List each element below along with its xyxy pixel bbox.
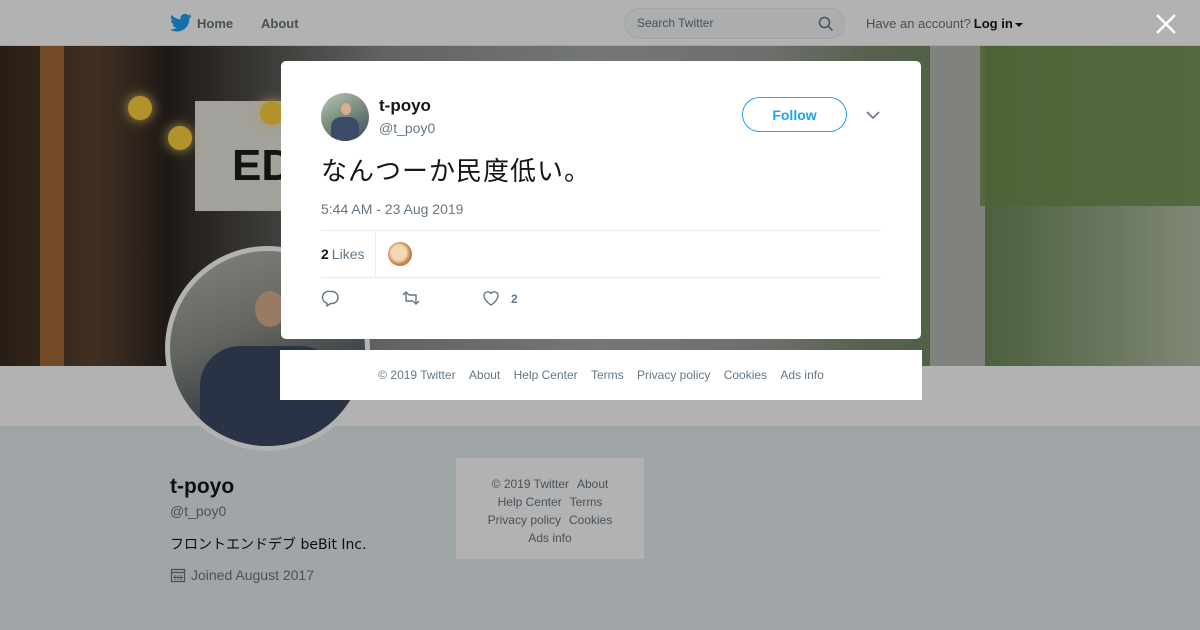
- close-icon[interactable]: [1154, 12, 1178, 36]
- likes-count: 2: [321, 246, 329, 262]
- tweet-author-avatar[interactable]: [321, 93, 369, 141]
- tweet-stats: 2 Likes: [321, 230, 881, 278]
- footer-ads-info[interactable]: Ads info: [780, 368, 823, 382]
- footer-about[interactable]: About: [469, 368, 500, 382]
- chevron-down-icon[interactable]: [865, 109, 881, 121]
- modal-footer: © 2019 Twitter About Help Center Terms P…: [280, 350, 922, 400]
- tweet-modal: t-poyo @t_poy0 Follow なんつーか民度低い。 5:44 AM…: [281, 61, 921, 339]
- stats-divider: [375, 231, 376, 277]
- follow-button[interactable]: Follow: [742, 97, 847, 132]
- tweet-text: なんつーか民度低い。: [321, 157, 592, 187]
- reply-icon: [321, 290, 339, 307]
- tweet-timestamp[interactable]: 5:44 AM - 23 Aug 2019: [321, 201, 463, 217]
- footer-copyright: © 2019 Twitter: [378, 368, 456, 382]
- likes-stat[interactable]: 2 Likes: [321, 246, 364, 262]
- like-count: 2: [511, 292, 518, 306]
- footer-privacy[interactable]: Privacy policy: [637, 368, 710, 382]
- footer-help-center[interactable]: Help Center: [514, 368, 578, 382]
- retweet-button[interactable]: [401, 288, 421, 308]
- liker-avatar[interactable]: [388, 242, 412, 266]
- tweet-author-handle[interactable]: @t_poy0: [379, 120, 435, 136]
- retweet-icon: [402, 291, 420, 305]
- reply-button[interactable]: [321, 288, 341, 308]
- heart-icon: [483, 291, 499, 306]
- like-button[interactable]: 2: [481, 288, 518, 308]
- likes-label: Likes: [331, 246, 365, 262]
- tweet-author-name[interactable]: t-poyo: [379, 96, 431, 116]
- footer-cookies[interactable]: Cookies: [724, 368, 767, 382]
- footer-terms[interactable]: Terms: [591, 368, 624, 382]
